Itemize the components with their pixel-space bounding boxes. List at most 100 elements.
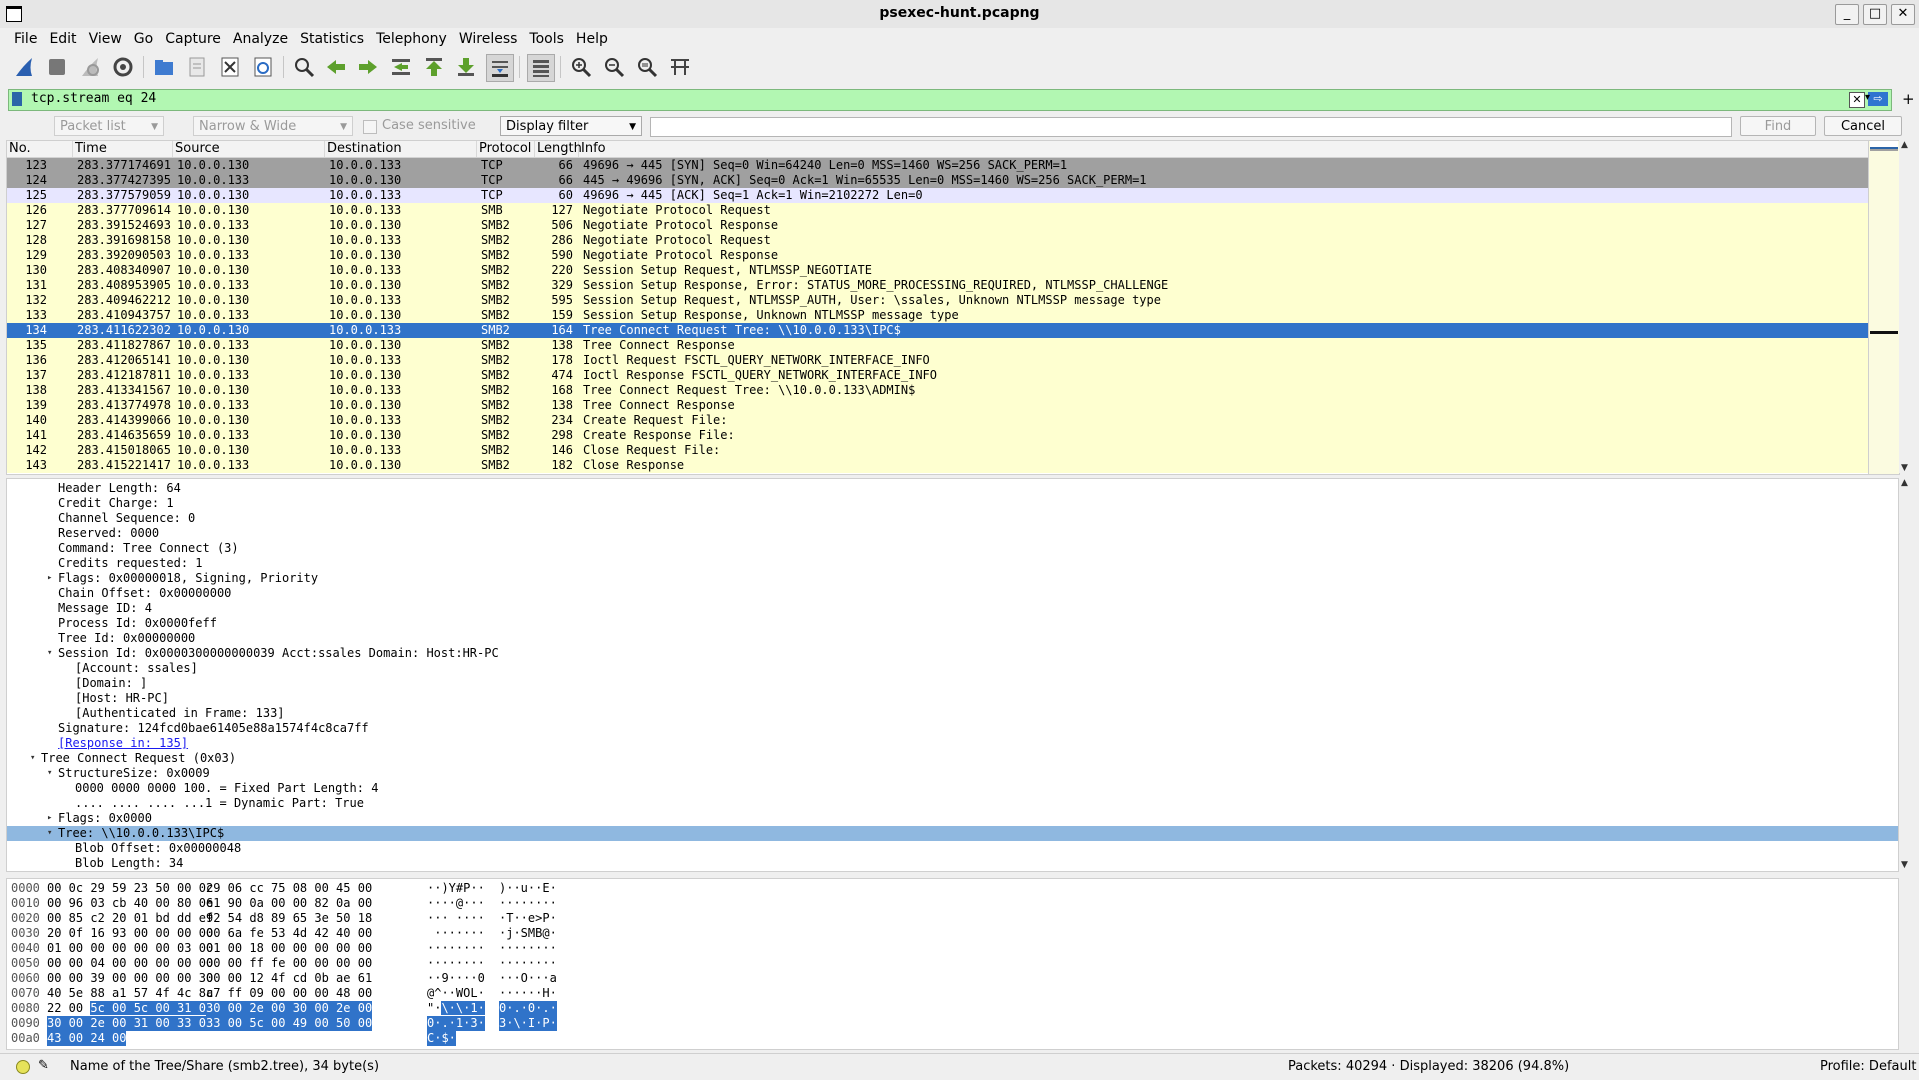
column-header-length[interactable]: Length — [535, 141, 582, 157]
detail-row[interactable]: Process Id: 0x0000feff — [7, 616, 1898, 631]
hex-bytes-group1[interactable]: 00 00 04 00 00 00 00 00 — [47, 956, 213, 971]
hex-bytes-group2[interactable]: 92 54 d8 89 65 3e 50 18 — [206, 911, 372, 926]
hex-bytes-group1[interactable]: 22 00 5c 00 5c 00 31 00 — [47, 1001, 214, 1016]
ascii-group2[interactable]: ·T··e>P· — [499, 911, 557, 926]
detail-row[interactable]: Credits requested: 1 — [7, 556, 1898, 571]
detail-row[interactable]: ▸ Flags: 0x00000018, Signing, Priority — [7, 571, 1898, 586]
maximize-button[interactable]: □ — [1863, 4, 1887, 25]
go-first-icon[interactable] — [421, 54, 447, 80]
display-filter-text[interactable]: tcp.stream eq 24 — [31, 91, 156, 106]
detail-row[interactable]: 0000 0000 0000 100. = Fixed Part Length:… — [7, 781, 1898, 796]
packet-row[interactable]: 126 283.377709614 10.0.0.130 10.0.0.133 SMB 1… — [7, 203, 1868, 218]
hex-bytes-group2[interactable]: 33 00 5c 00 49 00 50 00 — [206, 1016, 373, 1031]
hex-bytes-group2[interactable]: 00 00 ff fe 00 00 00 00 — [206, 956, 372, 971]
ascii-group2[interactable]: ········ — [499, 941, 557, 956]
hex-offset[interactable]: 0010 — [11, 896, 40, 911]
hex-offset[interactable]: 00a0 — [11, 1031, 40, 1046]
detail-row[interactable]: Credit Charge: 1 — [7, 496, 1898, 511]
detail-row[interactable]: Signature: 124fcd0bae61405e88a1574f4c8ca… — [7, 721, 1898, 736]
hex-offset[interactable]: 0090 — [11, 1016, 40, 1031]
detail-row[interactable]: ▸ Flags: 0x0000 — [7, 811, 1898, 826]
shark-fin-start-icon[interactable] — [11, 54, 37, 80]
packet-row[interactable]: 123 283.377174691 10.0.0.130 10.0.0.133 TCP 6… — [7, 158, 1868, 173]
go-to-packet-icon[interactable] — [388, 54, 414, 80]
detail-row[interactable]: Message ID: 4 — [7, 601, 1898, 616]
detail-row[interactable]: Chain Offset: 0x00000000 — [7, 586, 1898, 601]
reload-file-icon[interactable] — [250, 54, 276, 80]
packet-list-scrollbar[interactable]: ▲ ▼ — [1899, 140, 1913, 473]
ascii-group1[interactable]: ········ — [427, 941, 485, 956]
close-button[interactable]: ✕ — [1891, 4, 1915, 25]
detail-row[interactable]: [Host: HR-PC] — [7, 691, 1898, 706]
hex-offset[interactable]: 0050 — [11, 956, 40, 971]
packet-row[interactable]: 136 283.412065141 10.0.0.130 10.0.0.133 SMB2… — [7, 353, 1868, 368]
resize-columns-icon[interactable] — [667, 54, 693, 80]
hex-bytes-group1[interactable]: 40 5e 88 a1 57 4f 4c 8c — [47, 986, 213, 1001]
hex-bytes-group1[interactable]: 00 00 39 00 00 00 00 30 — [47, 971, 213, 986]
scroll-down-icon[interactable]: ▼ — [1901, 860, 1908, 870]
ascii-group2[interactable]: ·j·SMB@· — [499, 926, 557, 941]
ascii-group1[interactable]: ······· — [427, 926, 485, 941]
expand-arrow-closed-icon[interactable]: ▸ — [47, 811, 52, 826]
ascii-group2[interactable]: ······H· — [499, 986, 557, 1001]
hex-offset[interactable]: 0040 — [11, 941, 40, 956]
packet-row[interactable]: 139 283.413774978 10.0.0.133 10.0.0.130 SMB2… — [7, 398, 1868, 413]
hex-bytes-group1[interactable]: 01 00 00 00 00 00 03 00 — [47, 941, 213, 956]
apply-filter-icon[interactable]: ⇨ — [1868, 92, 1888, 106]
capture-comment-icon[interactable]: ✎ — [38, 1058, 49, 1073]
hex-offset[interactable]: 0070 — [11, 986, 40, 1001]
profile-text[interactable]: Profile: Default — [1820, 1059, 1916, 1074]
column-header-info[interactable]: Info — [579, 141, 1868, 157]
hex-offset[interactable]: 0080 — [11, 1001, 40, 1016]
detail-row[interactable]: Reserved: 0000 — [7, 526, 1898, 541]
packet-row[interactable]: 133 283.410943757 10.0.0.133 10.0.0.130 SMB2… — [7, 308, 1868, 323]
menu-help[interactable]: Help — [570, 28, 614, 50]
cancel-button[interactable]: Cancel — [1824, 116, 1902, 136]
menu-capture[interactable]: Capture — [159, 28, 227, 50]
filter-history-chevron-icon[interactable]: ▾ — [1865, 92, 1870, 103]
ascii-group2[interactable]: ········ — [499, 896, 557, 911]
detail-row[interactable]: [Authenticated in Frame: 133] — [7, 706, 1898, 721]
column-header-time[interactable]: Time — [73, 141, 173, 157]
hex-bytes-group1[interactable]: 30 00 2e 00 31 00 33 00 — [47, 1016, 214, 1031]
find-packet-icon[interactable] — [291, 54, 317, 80]
ascii-group1[interactable]: 0·.·1·3· — [427, 1016, 485, 1031]
go-forward-icon[interactable] — [355, 54, 381, 80]
ascii-group1[interactable]: C·$· — [427, 1031, 456, 1046]
packet-row[interactable]: 127 283.391524693 10.0.0.133 10.0.0.130 SMB2… — [7, 218, 1868, 233]
packet-row[interactable]: 128 283.391698158 10.0.0.130 10.0.0.133 SMB2… — [7, 233, 1868, 248]
menu-edit[interactable]: Edit — [43, 28, 82, 50]
hex-offset[interactable]: 0060 — [11, 971, 40, 986]
column-header-destination[interactable]: Destination — [325, 141, 477, 157]
column-header-source[interactable]: Source — [173, 141, 325, 157]
packet-row[interactable]: 125 283.377579059 10.0.0.130 10.0.0.133 TCP 6… — [7, 188, 1868, 203]
hex-bytes-group1[interactable]: 00 96 03 cb 40 00 80 06 — [47, 896, 213, 911]
packet-row[interactable]: 124 283.377427395 10.0.0.133 10.0.0.130 TCP 6… — [7, 173, 1868, 188]
details-scrollbar[interactable]: ▲ ▼ — [1899, 478, 1913, 870]
char-width-select[interactable]: Narrow & Wide ▼ — [193, 116, 353, 136]
colorize-icon[interactable] — [527, 54, 555, 82]
packet-row-selected[interactable]: 134 283.411622302 10.0.0.130 10.0.0.133 SMB2… — [7, 323, 1868, 338]
hex-bytes-group2[interactable]: e1 90 0a 00 00 82 0a 00 — [206, 896, 372, 911]
ascii-group2[interactable]: )··u··E· — [499, 881, 557, 896]
menu-tools[interactable]: Tools — [523, 28, 570, 50]
zoom-normal-icon[interactable] — [634, 54, 660, 80]
detail-row[interactable]: ▾ Tree Connect Request (0x03) — [7, 751, 1898, 766]
detail-row[interactable]: [Domain: ] — [7, 676, 1898, 691]
detail-row[interactable]: Tree Id: 0x00000000 — [7, 631, 1898, 646]
hex-bytes-group1[interactable]: 00 85 c2 20 01 bd dd ef — [47, 911, 213, 926]
detail-row[interactable]: .... .... .... ...1 = Dynamic Part: True — [7, 796, 1898, 811]
go-last-icon[interactable] — [453, 54, 479, 80]
ascii-group1[interactable]: ··· ···· — [427, 911, 485, 926]
scroll-up-icon[interactable]: ▲ — [1901, 478, 1908, 488]
menu-file[interactable]: File — [8, 28, 43, 50]
packet-row[interactable]: 131 283.408953905 10.0.0.133 10.0.0.130 SMB2… — [7, 278, 1868, 293]
menu-analyze[interactable]: Analyze — [227, 28, 294, 50]
detail-row[interactable]: Channel Sequence: 0 — [7, 511, 1898, 526]
open-file-icon[interactable] — [151, 54, 177, 80]
detail-row[interactable]: [Account: ssales] — [7, 661, 1898, 676]
hex-bytes-group2[interactable]: 00 6a fe 53 4d 42 40 00 — [206, 926, 372, 941]
packet-row[interactable]: 140 283.414399066 10.0.0.130 10.0.0.133 SMB2… — [7, 413, 1868, 428]
case-sensitive-checkbox[interactable] — [363, 120, 377, 134]
find-text-input[interactable] — [650, 117, 1732, 137]
